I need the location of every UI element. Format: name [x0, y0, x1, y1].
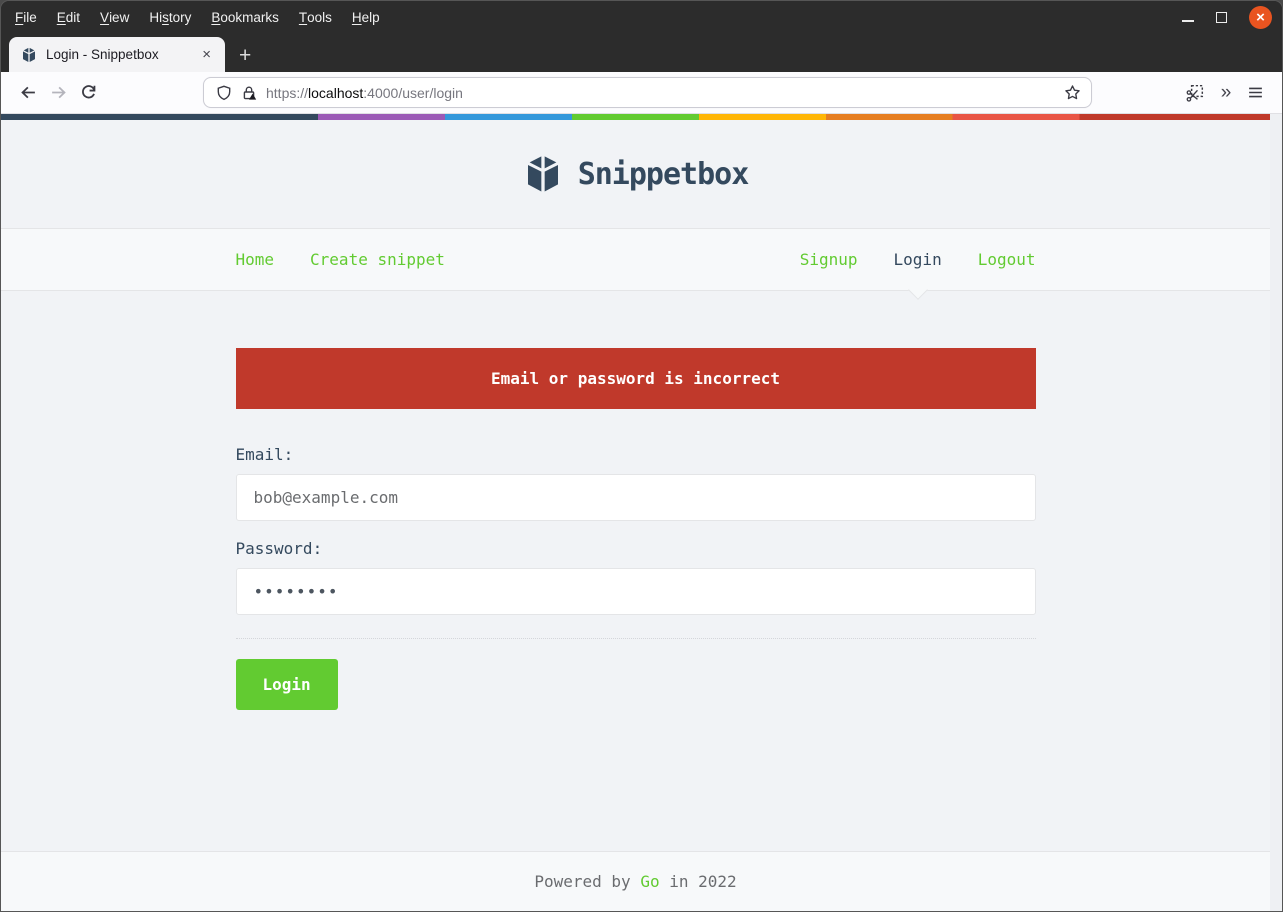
label-part: dit	[65, 10, 81, 25]
label-part: ools	[307, 10, 332, 25]
screenshot-extension-icon[interactable]	[1180, 78, 1210, 108]
scrollbar-track[interactable]	[1270, 114, 1282, 911]
minimize-button[interactable]	[1182, 14, 1194, 22]
nav-link-create-snippet[interactable]: Create snippet	[310, 250, 445, 269]
login-submit-button[interactable]: Login	[235, 659, 338, 710]
menubar: File Edit View Hi s tory Bookmarks Tools H…	[1, 1, 1282, 34]
label-part: Login	[893, 250, 942, 269]
email-label: Email:	[235, 445, 294, 464]
tab-bar: Login - Snippetbox × +	[1, 34, 1282, 72]
page-viewport: Snippetbox Home Create snippet Signup Lo…	[1, 114, 1282, 911]
snippetbox-logo-icon	[523, 154, 563, 194]
password-group: Password:	[235, 539, 1036, 615]
url-bar[interactable]: https://localhost:4000/user/login	[203, 77, 1092, 108]
lock-warning-icon[interactable]	[241, 85, 257, 101]
shield-icon[interactable]	[216, 85, 232, 101]
menu-bookmarks[interactable]: Bookmarks	[201, 1, 289, 34]
url-text: https://localhost:4000/user/login	[266, 85, 1055, 101]
label-part: T	[298, 10, 308, 25]
tab-title: Login - Snippetbox	[46, 47, 159, 62]
site-title: Snippetbox	[577, 156, 750, 192]
label-part: Hi	[149, 10, 163, 25]
bookmark-star-icon[interactable]	[1064, 84, 1081, 101]
form-actions: Login	[235, 638, 1036, 710]
menu-tools[interactable]: Tools	[289, 1, 342, 34]
url-protocol: https://	[266, 84, 309, 101]
menu-view[interactable]: View	[90, 1, 139, 34]
label-part: s	[162, 10, 169, 25]
forward-button[interactable]	[43, 78, 73, 108]
logo-home-link[interactable]: Snippetbox	[523, 154, 749, 194]
email-group: Email:	[235, 445, 1036, 521]
footer-text: Powered by Go in 2022	[534, 872, 736, 891]
password-field[interactable]	[235, 568, 1036, 615]
label-part: ile	[23, 10, 37, 25]
error-flash-banner: Email or password is incorrect	[235, 348, 1036, 409]
label-part: H	[351, 10, 362, 25]
overflow-chevron-icon[interactable]: »	[1210, 78, 1240, 108]
label-part: ookmarks	[220, 10, 279, 25]
login-form: Email: Password: Login	[235, 445, 1036, 710]
snippetbox-favicon	[21, 47, 37, 63]
nav-right-group: Signup Login Logout	[800, 250, 1036, 300]
maximize-button[interactable]	[1216, 12, 1227, 23]
nav-link-home[interactable]: Home	[236, 250, 275, 269]
email-field[interactable]	[235, 474, 1036, 521]
password-label: Password:	[235, 539, 323, 558]
navigation-toolbar: https://localhost:4000/user/login »	[1, 72, 1282, 114]
site-footer: Powered by Go in 2022	[1, 851, 1270, 911]
go-link[interactable]: Go	[640, 872, 659, 891]
tab-login-snippetbox[interactable]: Login - Snippetbox ×	[9, 37, 225, 72]
label-part: Powered by	[534, 872, 641, 891]
reload-button[interactable]	[73, 78, 103, 108]
label-part: in 2022	[659, 872, 737, 891]
chevrons-glyph: »	[1220, 81, 1231, 103]
hamburger-menu-icon[interactable]	[1240, 78, 1270, 108]
label-part: F	[15, 10, 24, 25]
url-host: localhost	[308, 84, 364, 101]
label-part: elp	[361, 10, 380, 25]
tab-close-icon[interactable]: ×	[198, 46, 215, 63]
label-part: iew	[109, 10, 130, 25]
label-part: E	[56, 10, 66, 25]
nav-link-logout[interactable]: Logout	[978, 250, 1036, 269]
menu-file[interactable]: File	[5, 1, 47, 34]
label-part: B	[211, 10, 221, 25]
new-tab-button[interactable]: +	[225, 44, 265, 72]
menu-help[interactable]: Help	[342, 1, 390, 34]
window-controls: ×	[1182, 6, 1282, 29]
nav-left-group: Home Create snippet	[236, 250, 445, 269]
browser-window: File Edit View Hi s tory Bookmarks Tools H…	[0, 0, 1283, 912]
nav-link-login-active[interactable]: Login	[893, 250, 942, 300]
close-button[interactable]: ×	[1249, 6, 1272, 29]
back-button[interactable]	[13, 78, 43, 108]
site-header: Snippetbox	[1, 120, 1270, 229]
menu-history[interactable]: Hi s tory	[139, 1, 201, 34]
label-part: V	[100, 10, 110, 25]
menu-edit[interactable]: Edit	[47, 1, 90, 34]
site-nav: Home Create snippet Signup Login Logout	[1, 229, 1270, 300]
main-content: Email or password is incorrect Email: Pa…	[1, 291, 1270, 851]
nav-link-signup[interactable]: Signup	[800, 250, 858, 269]
url-path: :4000/user/login	[363, 84, 463, 101]
label-part: tory	[168, 10, 192, 25]
